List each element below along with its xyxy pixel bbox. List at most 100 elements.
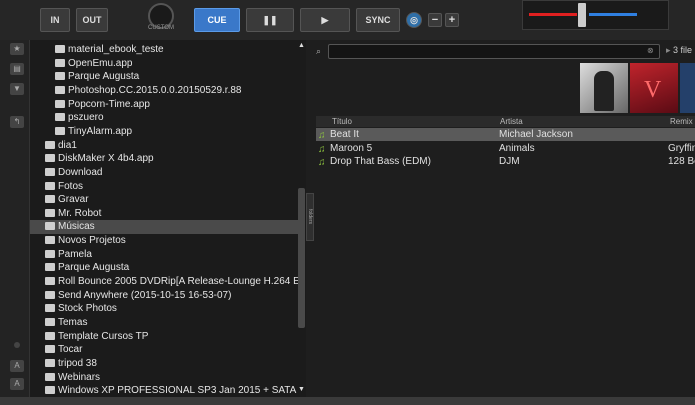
tree-folder-item[interactable]: pszuero [55, 111, 104, 125]
track-row[interactable]: ♫ Maroon 5 Animals Gryffin [316, 142, 695, 155]
clear-search-icon[interactable]: ⊗ [647, 46, 654, 55]
tree-folder-item[interactable]: material_ebook_teste [55, 43, 164, 57]
sync-mode-icon[interactable]: ◎ [406, 12, 422, 28]
tree-folder-item[interactable]: Músicas [30, 220, 306, 235]
knob-label: CUSTOM [148, 25, 174, 31]
tree-folder-label: material_ebook_teste [68, 44, 164, 55]
font-size-up-icon[interactable]: A [10, 360, 24, 372]
folder-icon[interactable]: ▤ [10, 63, 24, 75]
favorites-icon[interactable]: ★ [10, 43, 24, 55]
tree-folder-label: Roll Bounce 2005 DVDRip[A Release-Lounge… [58, 276, 300, 288]
folder-icon [55, 99, 65, 108]
play-button[interactable]: ▶ [300, 8, 350, 32]
col-artist[interactable]: Artista [500, 116, 523, 127]
tree-folder-item[interactable]: Photoshop.CC.2015.0.0.20150529.r.88 [55, 84, 241, 98]
folder-icon [45, 249, 55, 258]
cue-button[interactable]: CUE [194, 8, 240, 32]
music-note-icon: ♫ [318, 130, 326, 141]
plus-button[interactable]: + [445, 13, 459, 27]
dot-icon [14, 342, 20, 348]
tree-folder-item[interactable]: DiskMaker X 4b4.app [45, 152, 154, 166]
folder-icon [45, 372, 55, 381]
tree-folder-item[interactable]: Novos Projetos [45, 234, 126, 248]
folder-icon [45, 263, 55, 272]
scroll-up-icon[interactable]: ▲ [298, 42, 305, 49]
folder-icon [55, 58, 65, 67]
col-title[interactable]: Título [332, 116, 352, 127]
tree-folder-item[interactable]: Temas [45, 316, 87, 330]
pause-button[interactable]: ❚❚ [246, 8, 294, 32]
track-artist: Michael Jackson [499, 129, 573, 140]
tree-folder-item[interactable]: Fotos [45, 180, 83, 194]
tree-folder-item[interactable]: Download [45, 166, 102, 180]
tree-folder-item[interactable]: OpenEmu.app [55, 57, 133, 71]
album-cover[interactable] [680, 63, 695, 113]
tree-folder-item[interactable]: Gravar [45, 193, 89, 207]
tree-folder-label: Stock Photos [58, 303, 117, 315]
folder-icon [45, 236, 55, 245]
tree-folder-item[interactable]: Windows XP PROFESSIONAL SP3 Jan 2015 + S… [45, 384, 296, 397]
tree-folder-label: Send Anywhere (2015-10-15 16-53-07) [58, 289, 232, 301]
col-remix[interactable]: Remix [670, 116, 693, 127]
tree-folder-item[interactable]: Webinars [45, 371, 100, 385]
folder-icon [45, 154, 55, 163]
tree-folder-label: Pamela [58, 248, 92, 260]
tree-folder-item[interactable]: Tocar [45, 343, 82, 357]
tree-folder-item[interactable]: TinyAlarm.app [55, 125, 132, 139]
tree-folder-label: Template Cursos TP [58, 330, 149, 342]
folder-icon [45, 167, 55, 176]
tree-folder-label: Webinars [58, 371, 101, 383]
album-cover[interactable]: V [630, 63, 678, 113]
scroll-down-icon[interactable]: ▼ [298, 386, 305, 393]
tree-folder-label: tripod 38 [58, 357, 97, 369]
tree-folder-label: Mr. Robot [58, 207, 102, 219]
folder-icon [45, 222, 55, 231]
search-input[interactable] [328, 44, 660, 59]
folder-icon [45, 290, 55, 299]
tree-folder-item[interactable]: tripod 38 [45, 357, 97, 371]
tree-folder-item[interactable]: Template Cursos TP [45, 330, 148, 344]
table-header: Título Artista Remix [316, 116, 695, 127]
tree-folder-label: Download [58, 166, 103, 178]
minus-button[interactable]: − [428, 13, 442, 27]
tree-folder-label: OpenEmu.app [68, 57, 133, 69]
tree-folder-item[interactable]: Mr. Robot [45, 207, 101, 221]
bottom-bar [0, 397, 695, 405]
tree-folder-item[interactable]: Pamela [45, 248, 92, 262]
folder-icon [55, 126, 65, 135]
tree-folder-label: Gravar [58, 194, 89, 206]
tree-folder-item[interactable]: Parque Augusta [45, 261, 129, 275]
tree-folder-item[interactable]: Popcorn-Time.app [55, 98, 150, 112]
tree-folder-item[interactable]: Send Anywhere (2015-10-15 16-53-07) [45, 289, 231, 303]
tree-folder-label: DiskMaker X 4b4.app [58, 153, 154, 165]
tree-folder-item[interactable]: Stock Photos [45, 302, 117, 316]
file-count: ▸ 3 file [666, 45, 693, 55]
track-row[interactable]: ♫ Drop That Bass (EDM) DJM 128 Be [316, 155, 695, 168]
folder-icon [45, 318, 55, 326]
crossfader-handle[interactable] [578, 3, 586, 27]
tree-folder-item[interactable]: Parque Augusta [55, 70, 139, 84]
filter-icon[interactable]: ▼ [10, 83, 24, 95]
tree-folder-label: dia1 [58, 139, 77, 151]
folder-tree: material_ebook_teste OpenEmu.app Parque Au… [30, 40, 306, 397]
track-row[interactable]: ♫ Beat It Michael Jackson [316, 128, 695, 141]
folders-tab[interactable]: folders [306, 193, 314, 241]
folder-icon [55, 45, 65, 53]
folder-icon [45, 195, 55, 204]
album-cover[interactable] [580, 63, 628, 113]
tree-scrollbar-thumb[interactable] [298, 188, 305, 328]
music-note-icon: ♫ [318, 143, 326, 155]
sync-button[interactable]: SYNC [356, 8, 400, 32]
tree-folder-item[interactable]: Roll Bounce 2005 DVDRip[A Release-Lounge… [45, 275, 300, 289]
folder-icon [45, 208, 55, 217]
tree-folder-item[interactable]: dia1 [45, 139, 77, 153]
tree-folder-label: Músicas [58, 221, 95, 233]
history-icon[interactable]: ↰ [10, 116, 24, 128]
music-note-icon: ♫ [318, 157, 326, 169]
in-button[interactable]: IN [40, 8, 70, 32]
track-artist: Animals [499, 142, 535, 154]
out-button[interactable]: OUT [76, 8, 108, 32]
track-remix: 128 Be [668, 156, 695, 168]
font-size-down-icon[interactable]: A [10, 378, 24, 390]
right-level-bar [589, 13, 637, 16]
